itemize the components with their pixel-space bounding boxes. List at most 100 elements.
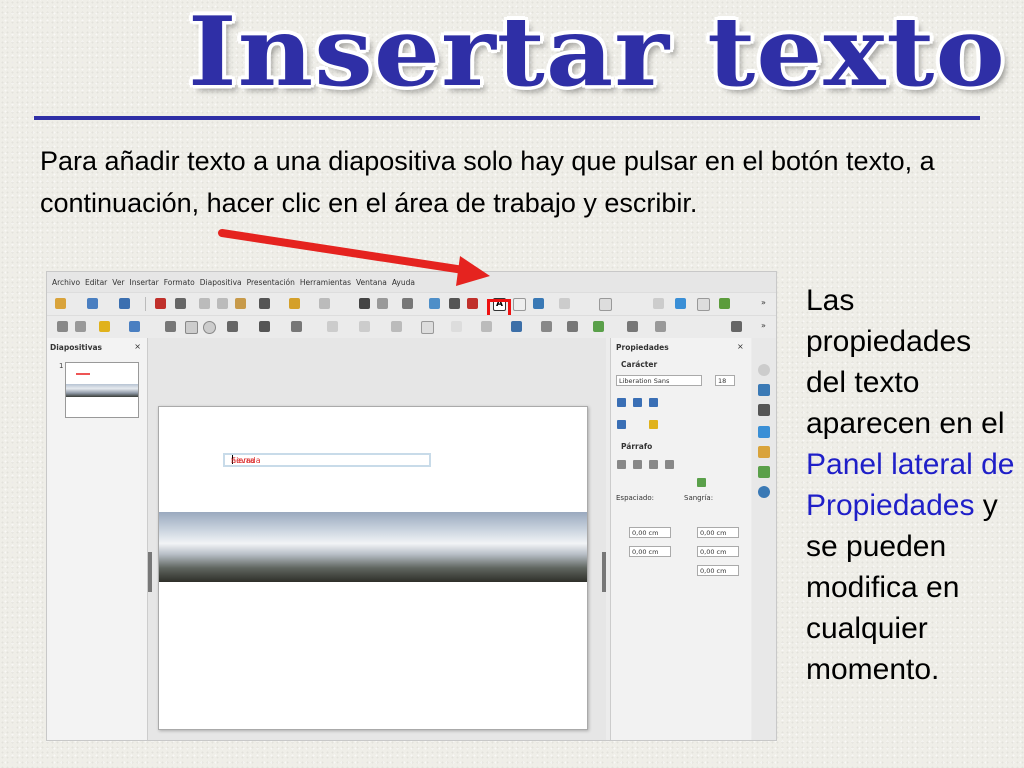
spacing-above-field[interactable]: 0,00 cm bbox=[629, 527, 671, 538]
more-icon[interactable]: » bbox=[761, 298, 772, 309]
properties-icon[interactable] bbox=[758, 364, 770, 376]
callouts-icon[interactable] bbox=[451, 321, 462, 332]
align-icon[interactable] bbox=[567, 321, 578, 332]
spacing-below-field[interactable]: 0,00 cm bbox=[629, 546, 671, 557]
media-icon[interactable] bbox=[449, 298, 460, 309]
font-size-field[interactable]: 18 bbox=[715, 375, 735, 386]
slide-transition-icon[interactable] bbox=[758, 384, 770, 396]
arrow-line-icon[interactable] bbox=[227, 321, 238, 332]
properties-panel: Propiedades × Carácter Liberation Sans 1… bbox=[610, 338, 751, 740]
slides-panel-title: Diapositivas bbox=[50, 343, 102, 352]
3d-objects-icon[interactable] bbox=[511, 321, 522, 332]
menu-formato[interactable]: Formato bbox=[164, 278, 195, 287]
symbol-shapes-icon[interactable] bbox=[359, 321, 370, 332]
justify-icon[interactable] bbox=[665, 460, 674, 469]
undo-icon[interactable] bbox=[289, 298, 300, 309]
rectangle-icon[interactable] bbox=[185, 321, 198, 334]
first-line-indent-field[interactable]: 0,00 cm bbox=[697, 565, 739, 576]
stars-icon[interactable] bbox=[481, 321, 492, 332]
export-pdf-icon[interactable] bbox=[155, 298, 166, 309]
left-splitter[interactable] bbox=[148, 552, 152, 592]
image-icon[interactable] bbox=[429, 298, 440, 309]
indent-label: Sangría: bbox=[684, 494, 714, 502]
slide-layout-icon[interactable] bbox=[675, 298, 686, 309]
close-icon[interactable]: × bbox=[134, 342, 141, 351]
mountain-image[interactable] bbox=[159, 512, 587, 582]
font-name-field[interactable]: Liberation Sans bbox=[616, 375, 702, 386]
more-drawing-icon[interactable]: » bbox=[761, 321, 772, 332]
flowchart-icon[interactable] bbox=[421, 321, 434, 334]
work-area[interactable]: Sierra nevada bbox=[148, 338, 606, 740]
increase-indent-icon[interactable] bbox=[697, 478, 706, 487]
shadow-icon[interactable] bbox=[627, 321, 638, 332]
font-shadow-icon[interactable] bbox=[649, 398, 658, 407]
master-slides-icon[interactable] bbox=[758, 426, 770, 438]
line-icon[interactable] bbox=[165, 321, 176, 332]
spelling-icon[interactable] bbox=[377, 298, 388, 309]
align-left-icon[interactable] bbox=[617, 460, 626, 469]
menu-insertar[interactable]: Insertar bbox=[130, 278, 159, 287]
fontwork-icon[interactable] bbox=[513, 298, 526, 311]
menu-ver[interactable]: Ver bbox=[112, 278, 124, 287]
menu-ayuda[interactable]: Ayuda bbox=[392, 278, 415, 287]
start-show-icon[interactable] bbox=[719, 298, 730, 309]
open-icon[interactable] bbox=[87, 298, 98, 309]
new-icon[interactable] bbox=[55, 298, 66, 309]
block-arrows-icon[interactable] bbox=[391, 321, 402, 332]
connector-icon[interactable] bbox=[291, 321, 302, 332]
curve-icon[interactable] bbox=[259, 321, 270, 332]
menu-editar[interactable]: Editar bbox=[85, 278, 107, 287]
menu-presentacion[interactable]: Presentación bbox=[247, 278, 295, 287]
styles-icon[interactable] bbox=[758, 446, 770, 458]
navigator-icon[interactable] bbox=[758, 486, 770, 498]
master-slide-icon[interactable] bbox=[599, 298, 612, 311]
arrange-icon[interactable] bbox=[593, 321, 604, 332]
font-outline-icon[interactable] bbox=[633, 398, 642, 407]
menu-ventana[interactable]: Ventana bbox=[356, 278, 387, 287]
find-icon[interactable] bbox=[359, 298, 370, 309]
menu-diapositiva[interactable]: Diapositiva bbox=[200, 278, 242, 287]
print-icon[interactable] bbox=[175, 298, 186, 309]
align-right-icon[interactable] bbox=[649, 460, 658, 469]
indent-before-field[interactable]: 0,00 cm bbox=[697, 527, 739, 538]
fill-color-icon[interactable] bbox=[129, 321, 140, 332]
duplicate-slide-icon[interactable] bbox=[697, 298, 710, 311]
right-splitter[interactable] bbox=[602, 552, 606, 592]
grid-icon[interactable] bbox=[559, 298, 570, 309]
save-icon[interactable] bbox=[119, 298, 130, 309]
basic-shapes-icon[interactable] bbox=[327, 321, 338, 332]
hyperlink-icon[interactable] bbox=[533, 298, 544, 309]
slide-canvas[interactable]: Sierra nevada bbox=[158, 406, 588, 730]
cut-icon[interactable] bbox=[199, 298, 210, 309]
crop-icon[interactable] bbox=[655, 321, 666, 332]
menu-herramientas[interactable]: Herramientas bbox=[300, 278, 351, 287]
new-slide-icon[interactable] bbox=[653, 298, 664, 309]
line-color-icon[interactable] bbox=[99, 321, 110, 332]
paste-icon[interactable] bbox=[235, 298, 246, 309]
menu-bar: Archivo Editar Ver Insertar Formato Diap… bbox=[47, 272, 776, 292]
redo-icon[interactable] bbox=[319, 298, 330, 309]
copy-icon[interactable] bbox=[217, 298, 228, 309]
rotate-icon[interactable] bbox=[541, 321, 552, 332]
close-icon[interactable]: × bbox=[737, 342, 744, 351]
section-parrafo[interactable]: Párrafo bbox=[621, 442, 652, 451]
highlight-icon[interactable] bbox=[649, 420, 658, 429]
clone-icon[interactable] bbox=[259, 298, 270, 309]
indent-after-field[interactable]: 0,00 cm bbox=[697, 546, 739, 557]
slide-thumbnail[interactable] bbox=[65, 362, 139, 418]
menu-archivo[interactable]: Archivo bbox=[52, 278, 80, 287]
gallery-icon[interactable] bbox=[758, 466, 770, 478]
select-icon[interactable] bbox=[57, 321, 68, 332]
section-caracter[interactable]: Carácter bbox=[621, 360, 657, 369]
sidebar-deck bbox=[752, 338, 776, 740]
ellipse-icon[interactable] bbox=[203, 321, 216, 334]
font-color-icon[interactable] bbox=[617, 420, 626, 429]
zoom-icon[interactable] bbox=[75, 321, 86, 332]
table-icon[interactable] bbox=[402, 298, 413, 309]
text-box[interactable]: Sierra nevada bbox=[223, 453, 431, 467]
font-effect-icon[interactable] bbox=[617, 398, 626, 407]
animation-icon[interactable] bbox=[758, 404, 770, 416]
align-center-icon[interactable] bbox=[633, 460, 642, 469]
points-icon[interactable] bbox=[731, 321, 742, 332]
chart-icon[interactable] bbox=[467, 298, 478, 309]
